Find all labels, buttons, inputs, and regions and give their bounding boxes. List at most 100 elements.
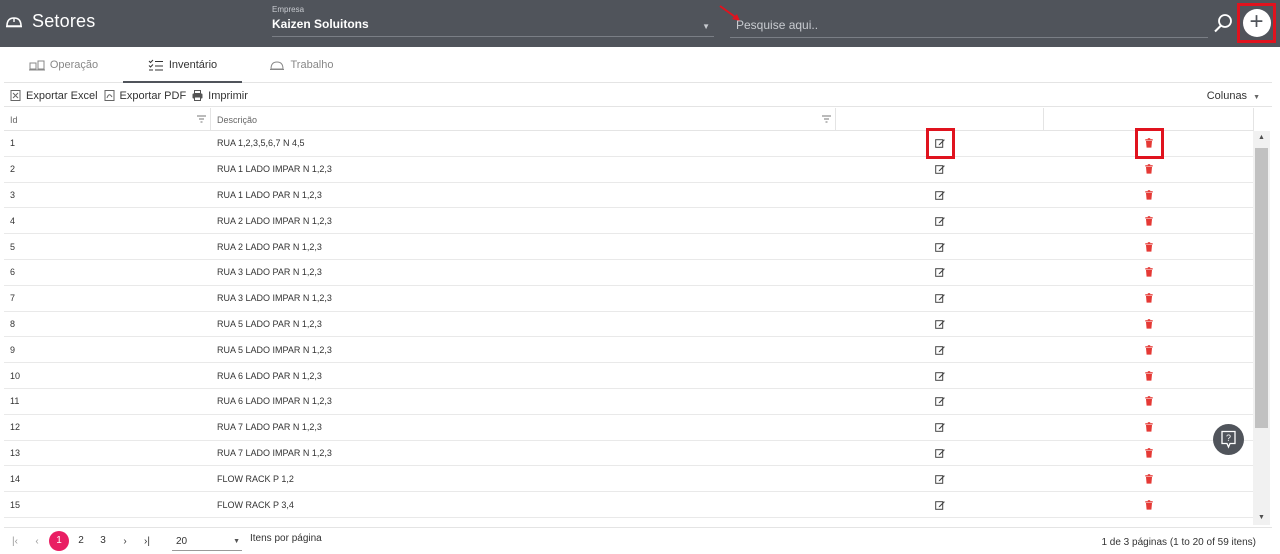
edit-button[interactable] (836, 319, 1044, 329)
edit-icon[interactable] (935, 267, 945, 278)
delete-button[interactable] (1044, 241, 1254, 252)
edit-icon[interactable] (935, 345, 945, 355)
last-page-icon[interactable]: ›| (136, 536, 158, 547)
trash-icon[interactable] (1144, 370, 1154, 381)
scroll-down-arrow-icon[interactable]: ▼ (1253, 511, 1270, 525)
edit-button[interactable] (836, 216, 1044, 226)
table-row[interactable]: 9 RUA 5 LADO IMPAR N 1,2,3 (4, 337, 1254, 364)
column-header-descricao[interactable]: Descrição (211, 108, 836, 130)
delete-button[interactable] (1044, 293, 1254, 303)
delete-button[interactable] (1044, 370, 1254, 381)
delete-button[interactable] (1044, 215, 1254, 226)
trash-icon[interactable] (1144, 344, 1154, 355)
columns-dropdown[interactable]: Colunas ▼ (1207, 90, 1260, 102)
table-row[interactable]: 3 RUA 1 LADO PAR N 1,2,3 (4, 183, 1254, 209)
page-size-select[interactable]: 20 ▼ (172, 532, 242, 551)
edit-button[interactable] (836, 267, 1044, 278)
trash-icon[interactable] (1144, 473, 1154, 484)
table-row[interactable]: 12 RUA 7 LADO PAR N 1,2,3 (4, 415, 1254, 441)
edit-icon[interactable] (935, 293, 945, 303)
grid-scrollbar[interactable]: ▲ ▼ (1253, 131, 1270, 525)
trash-icon[interactable] (1144, 215, 1154, 226)
delete-button[interactable] (1044, 267, 1254, 277)
delete-button[interactable] (1044, 127, 1254, 159)
edit-icon[interactable] (935, 396, 945, 407)
trash-icon[interactable] (1144, 396, 1154, 406)
export-excel-button[interactable]: Exportar Excel (10, 90, 98, 102)
delete-button[interactable] (1044, 499, 1254, 510)
trash-icon[interactable] (1144, 267, 1154, 277)
edit-icon[interactable] (935, 190, 945, 200)
export-pdf-button[interactable]: Exportar PDF (104, 90, 186, 102)
delete-button[interactable] (1044, 319, 1254, 329)
edit-button[interactable] (836, 448, 1044, 458)
edit-button[interactable] (836, 345, 1044, 355)
trash-icon[interactable] (1144, 293, 1154, 303)
edit-button[interactable] (836, 164, 1044, 174)
trash-icon[interactable] (1144, 138, 1154, 149)
next-page-icon[interactable]: › (114, 536, 136, 547)
table-row[interactable]: 2 RUA 1 LADO IMPAR N 1,2,3 (4, 157, 1254, 183)
edit-button[interactable] (836, 127, 1044, 159)
trash-icon[interactable] (1144, 319, 1154, 329)
edit-icon[interactable] (935, 319, 945, 329)
add-button[interactable]: + (1242, 9, 1271, 37)
edit-icon[interactable] (935, 448, 945, 458)
help-button[interactable]: ? (1213, 424, 1244, 455)
trash-icon[interactable] (1144, 164, 1154, 174)
delete-button[interactable] (1044, 396, 1254, 406)
search-input[interactable] (730, 12, 1208, 38)
table-row[interactable]: 13 RUA 7 LADO IMPAR N 1,2,3 (4, 441, 1254, 467)
tab-inventario[interactable]: Inventário (123, 47, 242, 83)
scrollbar-thumb[interactable] (1255, 148, 1268, 428)
edit-icon[interactable] (935, 371, 945, 381)
edit-icon[interactable] (935, 474, 945, 484)
delete-button[interactable] (1044, 344, 1254, 355)
table-row[interactable]: 11 RUA 6 LADO IMPAR N 1,2,3 (4, 389, 1254, 415)
empresa-select[interactable]: Empresa Kaizen Soluitons ▼ (272, 5, 714, 37)
filter-icon[interactable] (822, 115, 831, 123)
tab-operacao[interactable]: Operação (4, 47, 123, 82)
scroll-up-arrow-icon[interactable]: ▲ (1253, 131, 1270, 145)
delete-button[interactable] (1044, 164, 1254, 174)
page-button-2[interactable]: 2 (71, 531, 91, 551)
edit-button[interactable] (836, 293, 1044, 303)
trash-icon[interactable] (1144, 422, 1154, 432)
table-row[interactable]: 6 RUA 3 LADO PAR N 1,2,3 (4, 260, 1254, 286)
edit-icon[interactable] (935, 138, 945, 149)
edit-button[interactable] (836, 371, 1044, 381)
edit-icon[interactable] (935, 500, 945, 510)
table-row[interactable]: 10 RUA 6 LADO PAR N 1,2,3 (4, 363, 1254, 389)
trash-icon[interactable] (1144, 499, 1154, 510)
page-button-1[interactable]: 1 (49, 531, 69, 551)
edit-button[interactable] (836, 474, 1044, 484)
tab-trabalho[interactable]: Trabalho (242, 47, 361, 82)
edit-button[interactable] (836, 422, 1044, 432)
table-row[interactable]: 4 RUA 2 LADO IMPAR N 1,2,3 (4, 208, 1254, 235)
search-icon[interactable] (1212, 12, 1234, 34)
delete-button[interactable] (1044, 473, 1254, 484)
page-button-3[interactable]: 3 (93, 531, 113, 551)
first-page-icon[interactable]: |‹ (4, 536, 26, 547)
edit-button[interactable] (836, 396, 1044, 407)
previous-page-icon[interactable]: ‹ (26, 536, 48, 547)
print-button[interactable]: Imprimir (192, 90, 248, 102)
edit-button[interactable] (836, 500, 1044, 510)
edit-icon[interactable] (935, 164, 945, 174)
edit-button[interactable] (836, 190, 1044, 200)
edit-icon[interactable] (935, 216, 945, 226)
table-row[interactable]: 1 RUA 1,2,3,5,6,7 N 4,5 (4, 127, 1254, 159)
trash-icon[interactable] (1144, 190, 1154, 200)
filter-icon[interactable] (197, 115, 206, 123)
table-row[interactable]: 5 RUA 2 LADO PAR N 1,2,3 (4, 234, 1254, 260)
column-header-id[interactable]: Id (4, 108, 211, 130)
delete-button[interactable] (1044, 190, 1254, 200)
edit-icon[interactable] (935, 422, 945, 432)
edit-button[interactable] (836, 242, 1044, 252)
edit-icon[interactable] (935, 242, 945, 252)
table-row[interactable]: 15 FLOW RACK P 3,4 (4, 492, 1254, 518)
trash-icon[interactable] (1144, 241, 1154, 252)
trash-icon[interactable] (1144, 448, 1154, 458)
table-row[interactable]: 8 RUA 5 LADO PAR N 1,2,3 (4, 312, 1254, 338)
table-row[interactable]: 14 FLOW RACK P 1,2 (4, 466, 1254, 493)
